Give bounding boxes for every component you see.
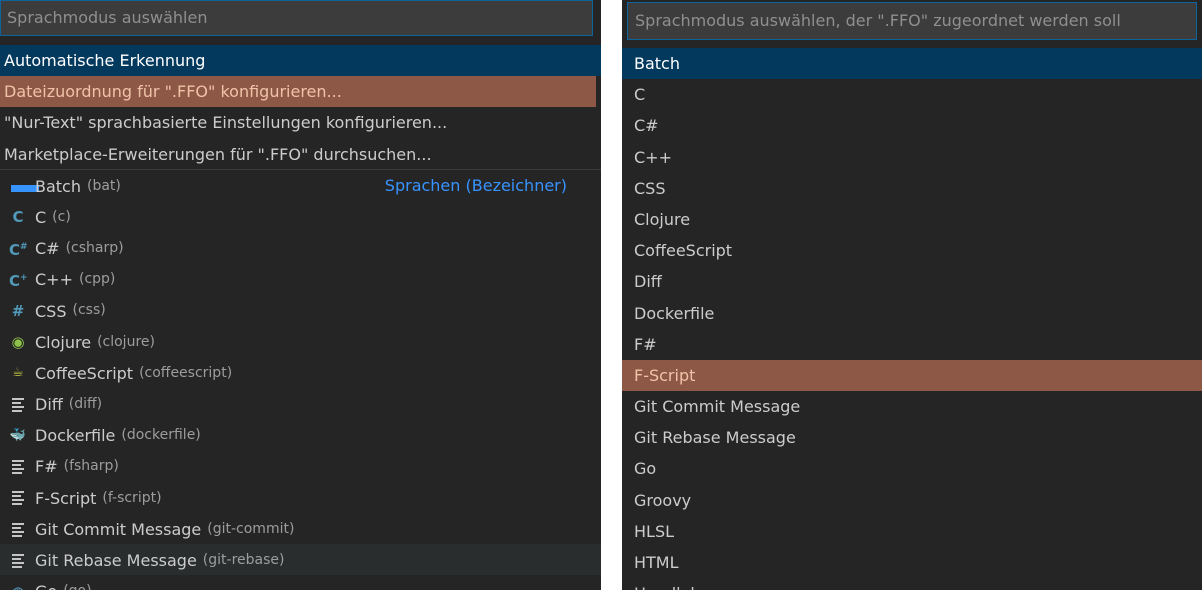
language-item[interactable]: CoffeeScript: [622, 235, 1202, 266]
language-label: C#: [35, 239, 60, 259]
language-label: C: [35, 207, 47, 227]
language-item[interactable]: Clojure: [622, 204, 1202, 235]
action-configure-file-association[interactable]: Dateizuordnung für ".FFO" konfigurieren.…: [0, 76, 596, 108]
language-id: (git-commit): [207, 520, 295, 537]
group-label: Sprachen (Bezeichner): [384, 175, 567, 195]
language-id: (clojure): [97, 333, 155, 350]
language-id: (f-script): [102, 489, 162, 506]
language-label: CSS: [35, 301, 67, 321]
search-input[interactable]: Sprachmodus auswählen, der ".FFO" zugeor…: [627, 2, 1197, 40]
lines-icon: [9, 489, 27, 508]
quick-pick-list: Automatische Erkennung Dateizuordnung fü…: [0, 45, 601, 590]
language-id: (go): [63, 583, 91, 590]
language-id: (git-rebase): [202, 551, 285, 568]
language-item-fsharp[interactable]: F# (fsharp): [0, 450, 601, 481]
coffee-icon: ☕: [12, 365, 24, 381]
language-item-coffeescript[interactable]: ☕ CoffeeScript (coffeescript): [0, 357, 601, 388]
language-label: Clojure: [35, 332, 92, 352]
language-item[interactable]: Batch: [622, 48, 1202, 80]
lines-icon: [9, 458, 27, 477]
language-item-csharp[interactable]: C# C# (csharp): [0, 232, 601, 263]
language-item-clojure[interactable]: ◉ Clojure (clojure): [0, 326, 601, 357]
action-search-marketplace[interactable]: Marketplace-Erweiterungen für ".FFO" dur…: [0, 139, 601, 170]
cpp-icon: C+: [9, 272, 28, 291]
action-label: Marketplace-Erweiterungen für ".FFO" dur…: [4, 144, 432, 164]
language-id: (csharp): [65, 240, 124, 257]
language-item[interactable]: Git Commit Message: [622, 391, 1202, 422]
windows-icon: [9, 177, 39, 195]
language-id: (c): [52, 208, 71, 225]
action-label: "Nur-Text" sprachbasierte Einstellungen …: [4, 113, 448, 133]
language-id: (dockerfile): [121, 427, 201, 444]
language-mode-picker-left: Sprachmodus auswählen Automatische Erken…: [0, 0, 601, 590]
lines-icon: [9, 395, 27, 414]
action-configure-plaintext-settings[interactable]: "Nur-Text" sprachbasierte Einstellungen …: [0, 107, 601, 138]
language-item-dockerfile[interactable]: 🐳 Dockerfile (dockerfile): [0, 419, 601, 450]
language-item[interactable]: HTML: [622, 547, 1202, 578]
language-item-git-commit[interactable]: Git Commit Message (git-commit): [0, 513, 601, 544]
language-label: Batch: [35, 176, 81, 196]
language-item[interactable]: Groovy: [622, 485, 1202, 516]
search-input[interactable]: Sprachmodus auswählen: [0, 0, 593, 36]
language-item[interactable]: HLSL: [622, 516, 1202, 547]
action-auto-detect[interactable]: Automatische Erkennung: [0, 45, 601, 77]
language-item[interactable]: C: [622, 79, 1202, 110]
c-icon: C: [12, 208, 24, 227]
language-item[interactable]: CSS: [622, 173, 1202, 204]
language-item[interactable]: Git Rebase Message: [622, 422, 1202, 453]
language-item-c[interactable]: C C (c): [0, 201, 601, 232]
language-item[interactable]: C#: [622, 110, 1202, 141]
language-item[interactable]: Go: [622, 453, 1202, 484]
language-label: Go: [35, 582, 57, 590]
language-item-diff[interactable]: Diff (diff): [0, 388, 601, 419]
language-label: Git Commit Message: [35, 519, 202, 539]
action-label: Dateizuordnung für ".FFO" konfigurieren.…: [4, 82, 342, 102]
language-item-f-script[interactable]: F-Script (f-script): [0, 482, 601, 513]
docker-icon: 🐳: [9, 427, 27, 443]
language-item-go[interactable]: ◍ Go (go): [0, 575, 601, 590]
language-label: CoffeeScript: [35, 363, 134, 383]
language-label: Diff: [35, 394, 63, 414]
language-id: (diff): [68, 395, 103, 412]
language-item[interactable]: F-Script: [622, 359, 1202, 392]
css-icon: #: [11, 302, 25, 320]
lines-icon: [9, 520, 27, 539]
language-id: (css): [72, 302, 106, 319]
language-item[interactable]: Diff: [622, 266, 1202, 297]
language-association-picker-right: Sprachmodus auswählen, der ".FFO" zugeor…: [622, 0, 1202, 590]
language-label: Git Rebase Message: [35, 550, 197, 570]
go-icon: ◍: [9, 583, 27, 590]
language-id: (coffeescript): [139, 364, 233, 381]
language-item[interactable]: Dockerfile: [622, 298, 1202, 329]
csharp-icon: C#: [9, 241, 28, 260]
language-label: Dockerfile: [35, 426, 116, 446]
quick-pick-list: Batch C C# C++ CSS Clojure CoffeeScript …: [622, 48, 1202, 590]
language-item-batch[interactable]: Batch (bat) Sprachen (Bezeichner): [0, 170, 601, 201]
language-item[interactable]: C++: [622, 142, 1202, 173]
clojure-icon: ◉: [11, 333, 25, 352]
language-id: (cpp): [78, 271, 116, 288]
language-id: (bat): [87, 177, 121, 194]
language-item-cpp[interactable]: C+ C++ (cpp): [0, 263, 601, 294]
language-label: F#: [35, 457, 58, 477]
language-item[interactable]: Handlebars: [622, 578, 1202, 590]
language-label: F-Script: [35, 488, 97, 508]
lines-icon: [9, 551, 27, 570]
language-item-css[interactable]: # CSS (css): [0, 295, 601, 326]
language-item[interactable]: F#: [622, 329, 1202, 360]
language-label: C++: [35, 270, 73, 290]
language-id: (fsharp): [63, 458, 119, 475]
language-item-git-rebase[interactable]: Git Rebase Message (git-rebase): [0, 544, 601, 576]
action-label: Automatische Erkennung: [4, 51, 206, 70]
